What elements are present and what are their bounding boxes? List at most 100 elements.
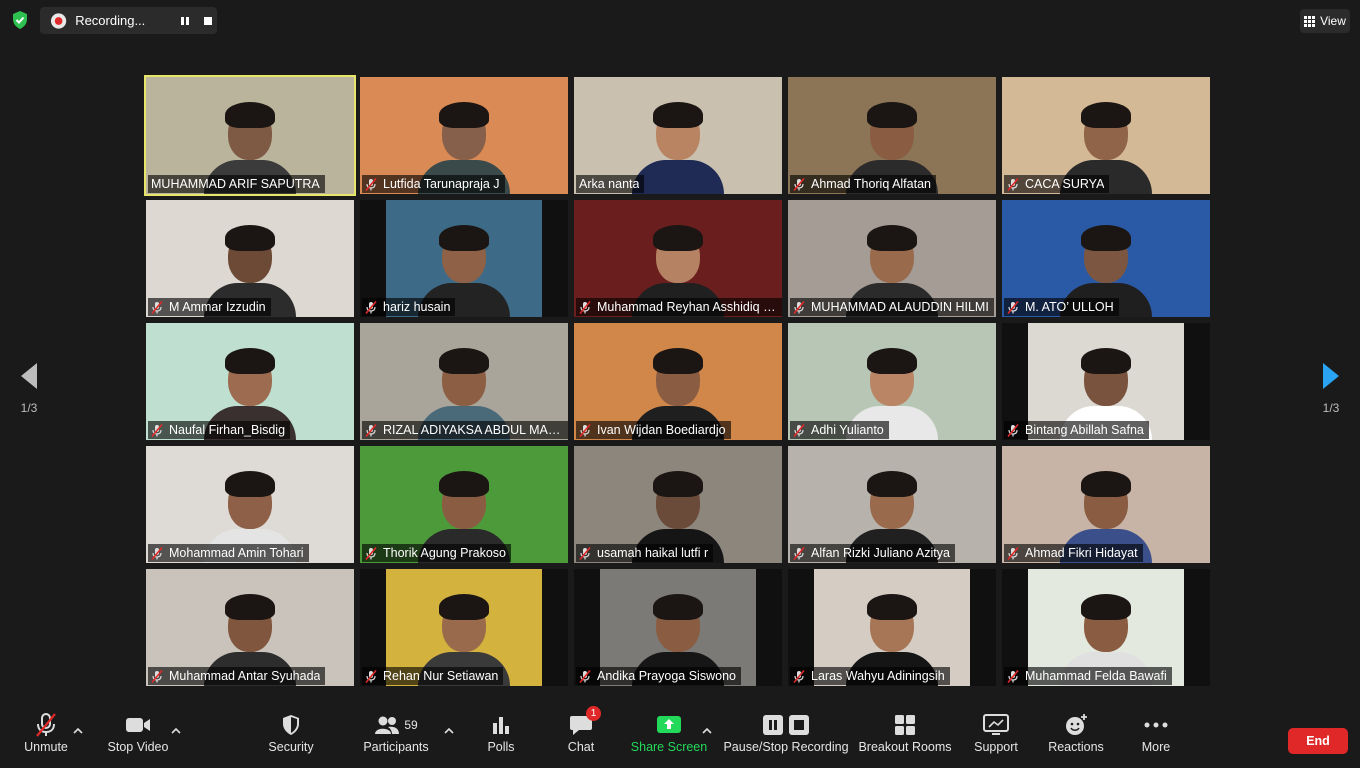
- more-button[interactable]: More: [1140, 712, 1172, 768]
- end-meeting-button[interactable]: End: [1288, 728, 1348, 754]
- silhouette-hair: [1081, 102, 1131, 128]
- participant-name: Naufal Firhan_Bisdig: [169, 423, 286, 437]
- muted-microphone-icon: [365, 177, 377, 191]
- participant-name: Ivan Wijdan Boediardjo: [597, 423, 726, 437]
- participant-name: Andika Prayoga Siswono: [597, 669, 736, 683]
- participant-silhouette: [632, 94, 724, 194]
- participant-tile[interactable]: usamah haikal lutfi r: [574, 446, 782, 563]
- video-options-chevron-up-icon[interactable]: [170, 726, 182, 736]
- support-button[interactable]: Support: [972, 712, 1020, 768]
- silhouette-hair: [653, 348, 703, 374]
- participant-tile[interactable]: Bintang Abillah Safna: [1002, 323, 1210, 440]
- stop-icon: [204, 16, 213, 25]
- video-camera-icon: [126, 718, 150, 732]
- arrow-left-icon: [21, 363, 37, 389]
- reactions-button[interactable]: Reactions: [1048, 712, 1104, 768]
- participant-tile[interactable]: Muhammad Felda Bawafi: [1002, 569, 1210, 686]
- participant-name-bar: CACA SURYA: [1004, 175, 1110, 193]
- next-page-button[interactable]: 1/3: [1302, 343, 1360, 433]
- letterbox-bar: [1184, 323, 1210, 440]
- stop-recording-button[interactable]: [200, 12, 217, 30]
- security-label: Security: [268, 740, 314, 754]
- muted-microphone-icon: [365, 669, 377, 683]
- chat-unread-badge: 1: [586, 706, 601, 721]
- muted-microphone-icon: [579, 546, 591, 560]
- more-label: More: [1141, 740, 1171, 754]
- participant-name: Adhi Yulianto: [811, 423, 884, 437]
- stop-icon: [789, 715, 809, 735]
- participants-options-chevron-up-icon[interactable]: [443, 726, 455, 736]
- participant-tile[interactable]: Thorik Agung Prakoso: [360, 446, 568, 563]
- participant-tile[interactable]: Naufal Firhan_Bisdig: [146, 323, 354, 440]
- unmute-button[interactable]: Unmute: [22, 712, 70, 768]
- participant-name-bar: Mohammad Amin Tohari: [148, 544, 309, 562]
- muted-microphone-icon: [151, 669, 163, 683]
- participant-count: 59: [404, 718, 418, 732]
- participant-name: CACA SURYA: [1025, 177, 1105, 191]
- letterbox-bar: [756, 569, 782, 686]
- participant-name: Muhammad Reyhan Asshidiq Rahmat: [597, 300, 779, 314]
- participant-name-bar: RIZAL ADIYAKSA ABDUL MALIK: [362, 421, 568, 439]
- view-button[interactable]: View: [1300, 9, 1350, 33]
- participant-tile[interactable]: CACA SURYA: [1002, 77, 1210, 194]
- security-shield-icon[interactable]: [10, 10, 30, 30]
- pause-stop-recording-button[interactable]: Pause/Stop Recording: [723, 712, 849, 768]
- monitor-icon: [983, 714, 1009, 735]
- chat-label: Chat: [567, 740, 595, 754]
- participant-tile[interactable]: Muhammad Antar Syuhada: [146, 569, 354, 686]
- participant-tile[interactable]: Laras Wahyu Adiningsih: [788, 569, 996, 686]
- silhouette-hair: [653, 471, 703, 497]
- participant-tile[interactable]: Ivan Wijdan Boediardjo: [574, 323, 782, 440]
- participant-tile[interactable]: Mohammad Amin Tohari: [146, 446, 354, 563]
- chat-button[interactable]: 1 Chat: [566, 706, 601, 768]
- share-screen-icon: [657, 716, 681, 733]
- breakout-rooms-icon: [895, 715, 915, 735]
- participant-tile[interactable]: RIZAL ADIYAKSA ABDUL MALIK: [360, 323, 568, 440]
- silhouette-hair: [653, 225, 703, 251]
- participant-name-bar: Arka nanta: [576, 175, 645, 193]
- share-screen-button[interactable]: Share Screen: [630, 712, 708, 768]
- muted-microphone-icon: [1007, 300, 1019, 314]
- muted-microphone-icon: [151, 300, 163, 314]
- participant-name-bar: Ivan Wijdan Boediardjo: [576, 421, 731, 439]
- participant-tile[interactable]: M Ammar Izzudin: [146, 200, 354, 317]
- pause-recording-button[interactable]: [177, 12, 194, 30]
- previous-page-button[interactable]: 1/3: [0, 343, 58, 433]
- participant-name-bar: MUHAMMAD ALAUDDIN HILMI: [790, 298, 994, 316]
- participant-tile[interactable]: Adhi Yulianto: [788, 323, 996, 440]
- participant-tile[interactable]: Ahmad Thoriq Alfatan: [788, 77, 996, 194]
- participants-icon: [375, 716, 400, 734]
- participant-tile[interactable]: Andika Prayoga Siswono: [574, 569, 782, 686]
- participant-name: Ahmad Thoriq Alfatan: [811, 177, 931, 191]
- polls-button[interactable]: Polls: [484, 712, 518, 768]
- participant-tile[interactable]: Alfan Rizki Juliano Azitya: [788, 446, 996, 563]
- participant-name-bar: hariz husain: [362, 298, 456, 316]
- participant-tile[interactable]: MUHAMMAD ALAUDDIN HILMI: [788, 200, 996, 317]
- share-screen-label: Share Screen: [630, 740, 708, 754]
- participant-tile[interactable]: MUHAMMAD ARIF SAPUTRA: [144, 75, 356, 196]
- silhouette-hair: [867, 594, 917, 620]
- stop-video-button[interactable]: Stop Video: [106, 712, 170, 768]
- participant-name-bar: Rehan Nur Setiawan: [362, 667, 504, 685]
- participants-button[interactable]: 59 Participants: [362, 712, 430, 768]
- security-button[interactable]: Security: [266, 712, 316, 768]
- participant-tile[interactable]: Rehan Nur Setiawan: [360, 569, 568, 686]
- share-options-chevron-up-icon[interactable]: [701, 726, 713, 736]
- participant-tile[interactable]: Muhammad Reyhan Asshidiq Rahmat: [574, 200, 782, 317]
- participant-name: Lutfida Tarunapraja J: [383, 177, 500, 191]
- muted-microphone-icon: [365, 300, 377, 314]
- participant-name: MUHAMMAD ALAUDDIN HILMI: [811, 300, 989, 314]
- silhouette-hair: [1081, 471, 1131, 497]
- participant-tile[interactable]: Ahmad Fikri Hidayat: [1002, 446, 1210, 563]
- breakout-rooms-button[interactable]: Breakout Rooms: [858, 712, 952, 768]
- participant-name: M. ATO’ ULLOH: [1025, 300, 1114, 314]
- participant-tile[interactable]: hariz husain: [360, 200, 568, 317]
- participant-tile[interactable]: Lutfida Tarunapraja J: [360, 77, 568, 194]
- muted-microphone-icon: [579, 423, 591, 437]
- participant-tile[interactable]: Arka nanta: [574, 77, 782, 194]
- audio-options-chevron-up-icon[interactable]: [72, 726, 84, 736]
- bar-chart-icon: [493, 717, 509, 734]
- muted-microphone-icon: [579, 300, 591, 314]
- participant-tile[interactable]: M. ATO’ ULLOH: [1002, 200, 1210, 317]
- muted-microphone-icon: [793, 300, 805, 314]
